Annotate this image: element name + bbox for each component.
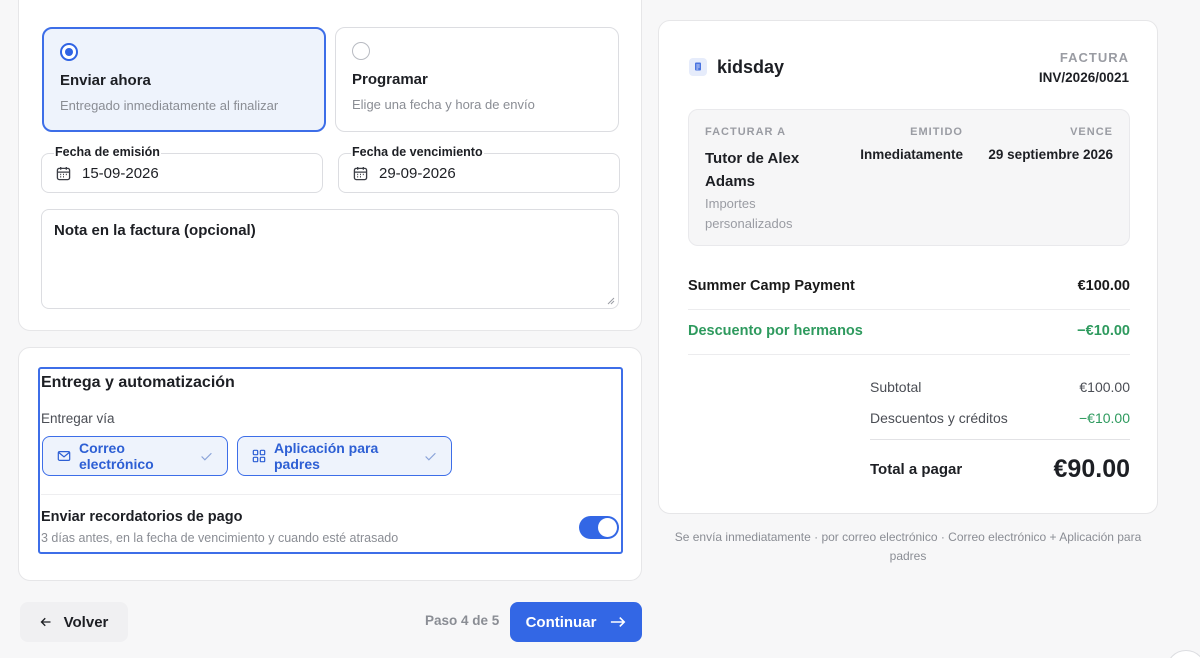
channel-app-chip[interactable]: Aplicación para padres <box>237 436 452 476</box>
calendar-icon <box>56 166 71 181</box>
line-item-discount: Descuento por hermanos −€10.00 <box>688 323 1130 339</box>
schedule-radio[interactable] <box>352 42 370 60</box>
help-button[interactable] <box>1166 650 1200 658</box>
due-date-value: 29-09-2026 <box>379 165 456 182</box>
invoice-label: FACTURA <box>1059 50 1129 65</box>
send-now-desc: Entregado inmediatamente al finalizar <box>60 98 279 113</box>
brand-logo-icon <box>689 58 707 76</box>
due-heading: VENCE <box>1070 126 1113 138</box>
reminders-desc: 3 días antes, en la fecha de vencimiento… <box>41 531 399 545</box>
issued-value: Inmediatamente <box>860 147 963 162</box>
invoice-note-label: Nota en la factura (opcional) <box>54 222 256 239</box>
divider <box>688 309 1130 310</box>
send-options-card: Enviar ahora Entregado inmediatamente al… <box>18 0 642 331</box>
back-label: Volver <box>63 613 109 631</box>
discounts-label: Descuentos y créditos <box>870 410 1008 426</box>
check-icon <box>425 452 436 461</box>
line-item-amount: −€10.00 <box>1077 323 1130 339</box>
subtotal-value: €100.00 <box>1079 379 1130 395</box>
issue-date-label: Fecha de emisión <box>54 145 161 159</box>
total-row: Total a pagar €90.00 <box>870 455 1130 484</box>
send-now-option[interactable]: Enviar ahora Entregado inmediatamente al… <box>42 27 326 132</box>
total-label: Total a pagar <box>870 461 963 478</box>
calendar-icon <box>353 166 368 181</box>
discounts-row: Descuentos y créditos −€10.00 <box>870 410 1130 426</box>
step-indicator: Paso 4 de 5 <box>425 613 500 628</box>
continue-label: Continuar <box>525 613 597 631</box>
schedule-option[interactable]: Programar Elige una fecha y hora de enví… <box>335 27 619 132</box>
continue-button[interactable]: Continuar <box>510 602 642 642</box>
subtotal-row: Subtotal €100.00 <box>870 379 1130 395</box>
brand-name: kidsday <box>717 57 785 77</box>
delivery-summary-note: Se envía inmediatamente · por correo ele… <box>674 530 1142 563</box>
resize-handle-icon[interactable] <box>607 297 615 305</box>
subtotal-label: Subtotal <box>870 379 922 395</box>
line-item-name: Descuento por hermanos <box>688 323 863 339</box>
bill-to-sub: Importes personalizados <box>705 196 793 231</box>
invoice-number: INV/2026/0021 <box>1038 70 1129 85</box>
arrow-left-icon <box>40 617 51 627</box>
due-date-label: Fecha de vencimiento <box>351 145 484 159</box>
send-now-title: Enviar ahora <box>60 72 151 89</box>
issue-date-value: 15-09-2026 <box>82 165 159 182</box>
line-item-name: Summer Camp Payment <box>688 278 855 294</box>
line-item: Summer Camp Payment €100.00 <box>688 278 1130 294</box>
bill-to-heading: FACTURAR A <box>705 126 787 138</box>
schedule-desc: Elige una fecha y hora de envío <box>352 97 535 112</box>
back-button[interactable]: Volver <box>20 602 128 642</box>
line-item-amount: €100.00 <box>1077 278 1130 294</box>
bill-to-name: Tutor de Alex Adams <box>705 150 800 190</box>
invoice-preview-card: kidsday FACTURA INV/2026/0021 FACTURAR A… <box>658 20 1158 514</box>
mail-icon <box>57 451 71 461</box>
divider <box>41 494 621 495</box>
channel-app-label: Aplicación para padres <box>274 440 379 472</box>
delivery-card: Entrega y automatización Entregar vía Co… <box>18 347 642 581</box>
channel-email-label: Correo electrónico <box>79 440 154 472</box>
issued-heading: EMITIDO <box>910 126 963 138</box>
grid-icon <box>252 449 266 463</box>
divider <box>870 439 1130 440</box>
deliver-via-label: Entregar vía <box>41 411 115 426</box>
due-date-field[interactable]: Fecha de vencimiento 29-09-2026 <box>338 145 620 193</box>
bill-to-box: FACTURAR A Tutor de Alex Adams Importes … <box>688 109 1130 246</box>
schedule-title: Programar <box>352 71 428 88</box>
arrow-right-icon <box>611 616 626 628</box>
check-icon <box>201 452 212 461</box>
reminders-toggle[interactable] <box>579 516 619 539</box>
invoice-note-textarea[interactable]: Nota en la factura (opcional) <box>41 209 619 309</box>
divider <box>688 354 1130 355</box>
reminders-title: Enviar recordatorios de pago <box>41 509 243 525</box>
discounts-value: −€10.00 <box>1079 410 1130 426</box>
total-value: €90.00 <box>1053 455 1130 483</box>
delivery-title: Entrega y automatización <box>41 374 235 391</box>
due-value: 29 septiembre 2026 <box>988 147 1113 162</box>
send-now-radio[interactable] <box>60 43 78 61</box>
issue-date-field[interactable]: Fecha de emisión 15-09-2026 <box>41 145 323 193</box>
channel-email-chip[interactable]: Correo electrónico <box>42 436 228 476</box>
